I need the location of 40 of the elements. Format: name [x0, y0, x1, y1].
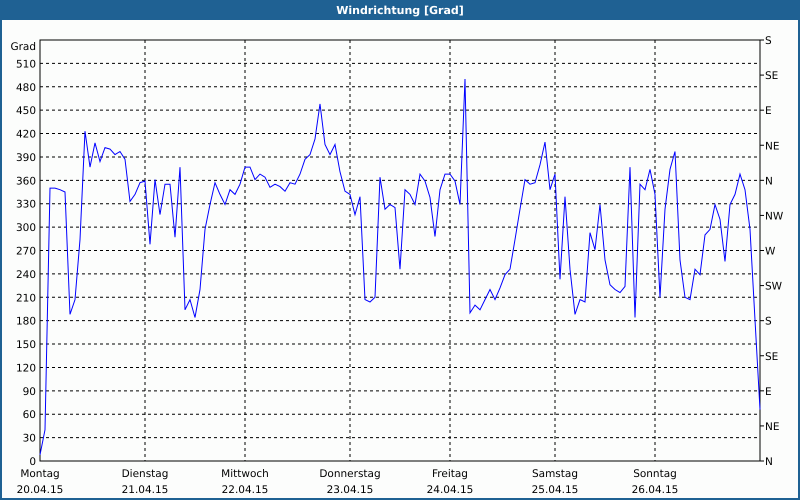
y-tick-label: 30 [22, 432, 36, 445]
y-tick-label: 60 [22, 409, 36, 422]
y-tick-label: 90 [22, 386, 36, 398]
y-tick-label: 330 [16, 198, 36, 211]
y-tick-label: 480 [16, 82, 36, 94]
y-tick-label: 0 [29, 456, 36, 468]
x-tick-label: Sonntag 26.04.15 [632, 468, 678, 496]
x-tick-label: Dienstag 21.04.15 [122, 468, 168, 496]
compass-label: NW [765, 210, 784, 222]
compass-label: SW [765, 280, 782, 293]
compass-label: SE [765, 350, 778, 363]
window-title: Windrichtung [Grad] [335, 2, 465, 18]
compass-label: NE [765, 140, 780, 152]
compass-label: E [765, 386, 772, 398]
x-tick-label: Mittwoch 22.04.15 [221, 468, 269, 496]
y-tick-label: 180 [16, 316, 36, 328]
y-tick-label: 510 [16, 58, 36, 70]
compass-label: S [765, 316, 772, 328]
x-tick-label: Montag 20.04.15 [16, 468, 64, 496]
compass-label: NE [765, 420, 780, 433]
y-tick-label: 300 [16, 222, 36, 234]
y-tick-label: 120 [16, 362, 36, 374]
y-tick-label: 420 [16, 128, 36, 141]
y-tick-label: 210 [16, 292, 36, 304]
y-tick-label: 240 [16, 268, 36, 281]
compass-label: SE [765, 70, 778, 82]
compass-label: N [765, 175, 773, 188]
y-tick-label: 360 [16, 175, 36, 188]
y-tick-label: 390 [16, 152, 36, 164]
x-tick-label: Donnerstag 23.04.15 [319, 468, 381, 496]
compass-label: W [765, 246, 776, 258]
y-tick-label: 450 [16, 105, 36, 118]
y-axis-title: Grad [10, 41, 36, 53]
y-tick-label: 270 [16, 246, 36, 258]
y-tick-label: 150 [16, 339, 36, 352]
compass-label: E [765, 105, 772, 118]
compass-label: S [765, 35, 772, 47]
compass-label: N [765, 456, 773, 468]
x-tick-label: Samstag 25.04.15 [532, 468, 578, 496]
x-tick-label: Freitag 24.04.15 [426, 468, 474, 496]
